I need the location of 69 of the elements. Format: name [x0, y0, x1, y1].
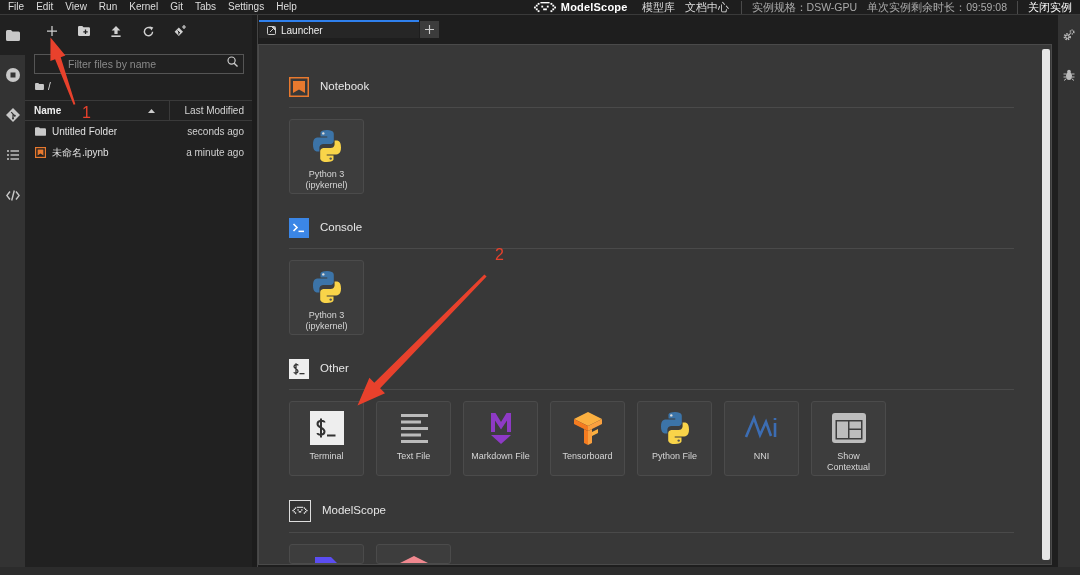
bug-icon[interactable] — [1063, 69, 1075, 81]
section-title: Notebook — [320, 79, 370, 95]
launcher-card[interactable]: Markdown File — [463, 401, 538, 476]
column-header[interactable]: Last Modified — [184, 103, 244, 118]
file-name[interactable]: Untitled Folder — [52, 124, 118, 139]
breadcrumb[interactable]: / — [48, 79, 51, 94]
upload-icon[interactable] — [111, 25, 121, 37]
menu-item[interactable]: View — [59, 0, 93, 14]
launcher-card[interactable]: Tensorboard — [550, 401, 625, 476]
bookmark-icon — [289, 77, 309, 97]
launcher-card[interactable]: NNI — [724, 401, 799, 476]
sidebar-tab[interactable] — [0, 15, 25, 55]
code-icon — [5, 189, 20, 201]
gears-icon[interactable] — [1063, 29, 1075, 41]
close-instance-button[interactable]: 关闭实例 — [1028, 0, 1072, 14]
folder-icon[interactable] — [35, 83, 44, 90]
section-title: Other — [320, 361, 349, 377]
launcher-card[interactable]: Text File — [376, 401, 451, 476]
file-name[interactable]: 未命名.ipynb — [52, 145, 109, 160]
nav-link[interactable]: 模型库 — [641, 0, 675, 14]
sort-caret-icon[interactable] — [148, 108, 155, 113]
menu-item[interactable]: Git — [164, 0, 189, 14]
search-icon — [227, 55, 238, 67]
git-diamond-icon — [5, 108, 20, 122]
plus-icon — [425, 25, 434, 34]
annotation-number: 2 — [495, 246, 504, 264]
column-header[interactable]: Name — [34, 103, 62, 118]
instance-spec: 实例规格：DSW-GPU — [751, 0, 858, 14]
plus-icon[interactable] — [47, 26, 57, 36]
modified-time: seconds ago — [187, 125, 244, 139]
launcher-card[interactable]: Show Contextual — [811, 401, 886, 476]
stop-circle-icon — [5, 68, 20, 82]
tab[interactable]: Launcher — [259, 20, 419, 38]
remaining-time: 单次实例剩余时长：09:59:08 — [867, 0, 1007, 14]
scrollbar-thumb[interactable] — [1042, 49, 1050, 560]
launcher-card[interactable]: Python 3 (ipykernel) — [289, 260, 364, 335]
launcher-card[interactable]: Terminal — [289, 401, 364, 476]
launcher-card[interactable] — [376, 544, 451, 564]
folder-icon — [35, 127, 46, 136]
menu-item[interactable]: Help — [270, 0, 303, 14]
nav-link[interactable]: 文档中心 — [684, 0, 729, 14]
menu-item[interactable]: File — [2, 0, 31, 14]
launcher-icon — [267, 25, 276, 35]
section-title: ModelScope — [322, 503, 386, 519]
terminal-prompt-icon — [308, 410, 345, 446]
notebook-icon — [35, 147, 46, 158]
new-folder-icon[interactable] — [78, 26, 90, 36]
modified-time: a minute ago — [186, 146, 244, 160]
menu-item[interactable]: Settings — [222, 0, 271, 14]
refresh-icon[interactable] — [142, 25, 154, 37]
terminal-prompt-icon — [289, 359, 309, 379]
menu-item[interactable]: Edit — [30, 0, 60, 14]
list-icon — [6, 150, 19, 160]
console-prompt-icon — [289, 218, 309, 238]
menu-item[interactable]: Kernel — [123, 0, 165, 14]
menu-item[interactable]: Tabs — [188, 0, 223, 14]
filter-field[interactable]: Filter files by name — [34, 54, 244, 74]
launcher-card[interactable]: Python File — [637, 401, 712, 476]
add-tab-button[interactable] — [420, 21, 439, 38]
annotation-number: 1 — [82, 104, 91, 122]
git-clone-icon[interactable] — [174, 25, 186, 37]
menu-item[interactable]: Run — [92, 0, 124, 14]
logo-icon[interactable] — [533, 1, 556, 13]
folder-icon — [5, 29, 20, 41]
brand-name[interactable]: ModelScope — [560, 0, 628, 14]
launcher-card[interactable]: Python 3 (ipykernel) — [289, 119, 364, 194]
logo-icon — [289, 500, 311, 522]
section-title: Console — [320, 220, 363, 236]
window-layout-icon — [830, 410, 867, 446]
